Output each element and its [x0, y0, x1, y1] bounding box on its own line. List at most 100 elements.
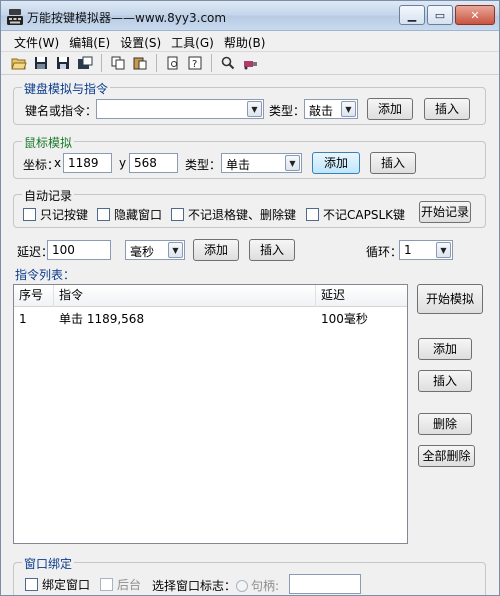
- key-add-button[interactable]: 添加: [367, 98, 413, 120]
- checkbox-box[interactable]: [171, 208, 184, 221]
- y-coordinate-input[interactable]: 568: [129, 153, 178, 173]
- background-checkbox[interactable]: 后台: [100, 576, 141, 593]
- toolbar-separator: [211, 54, 212, 72]
- key-type-label: 类型：: [269, 104, 306, 118]
- table-header: 序号 指令 延迟: [14, 285, 407, 307]
- title-bar[interactable]: 万能按键模拟器——www.8yy3.com ▁ ▭ ✕: [1, 1, 499, 31]
- no-backspace-label: 不记退格键、删除键: [188, 208, 297, 222]
- handle-input[interactable]: [289, 574, 361, 594]
- loop-select[interactable]: 1 ▼: [399, 240, 453, 260]
- no-backspace-checkbox[interactable]: 不记退格键、删除键: [171, 206, 296, 223]
- handle-radio[interactable]: 句柄:: [236, 577, 279, 594]
- help-icon[interactable]: ?: [185, 53, 205, 73]
- x-label: x: [54, 156, 62, 170]
- toolbar-separator: [101, 54, 102, 72]
- column-header-index[interactable]: 序号: [14, 285, 54, 307]
- chevron-down-icon[interactable]: ▼: [436, 242, 451, 258]
- usb-device-icon[interactable]: [240, 53, 260, 73]
- close-button[interactable]: ✕: [455, 5, 495, 25]
- paste-icon[interactable]: [130, 53, 150, 73]
- chevron-down-icon[interactable]: ▼: [285, 155, 300, 171]
- mouse-insert-button[interactable]: 插入: [370, 152, 416, 174]
- checkbox-box[interactable]: [25, 578, 38, 591]
- loop-value: 1: [404, 243, 412, 257]
- toolbar: ?: [1, 51, 499, 75]
- menu-settings[interactable]: 设置(S): [117, 31, 168, 51]
- column-header-command[interactable]: 指令: [54, 285, 316, 307]
- delay-input[interactable]: 100: [47, 240, 111, 260]
- mouse-type-value: 单击: [226, 158, 251, 172]
- start-simulation-button[interactable]: 开始模拟: [417, 284, 483, 314]
- delay-add-button[interactable]: 添加: [193, 239, 239, 261]
- delay-insert-button[interactable]: 插入: [249, 239, 295, 261]
- x-coordinate-input[interactable]: 1189: [63, 153, 112, 173]
- properties-icon[interactable]: [75, 53, 95, 73]
- key-type-select[interactable]: 敲击 ▼: [304, 99, 358, 119]
- restore-button[interactable]: ▭: [427, 5, 453, 25]
- hide-window-checkbox[interactable]: 隐藏窗口: [97, 206, 162, 223]
- menu-file[interactable]: 文件(W): [11, 31, 66, 51]
- handle-label: 句柄:: [251, 579, 280, 593]
- window-controls: ▁ ▭ ✕: [399, 5, 495, 25]
- window-bind-group-title: 窗口绑定: [22, 555, 75, 572]
- menu-edit[interactable]: 编辑(E): [66, 31, 117, 51]
- list-delete-all-button[interactable]: 全部删除: [418, 445, 475, 467]
- key-insert-button[interactable]: 插入: [424, 98, 470, 120]
- start-record-button[interactable]: 开始记录: [419, 201, 471, 223]
- bind-window-checkbox[interactable]: 绑定窗口: [25, 576, 90, 593]
- menu-tools[interactable]: 工具(G): [168, 31, 221, 51]
- magnifier-icon[interactable]: [218, 53, 238, 73]
- checkbox-box[interactable]: [306, 208, 319, 221]
- mouse-group-title: 鼠标模拟: [22, 134, 75, 151]
- chevron-down-icon[interactable]: ▼: [168, 242, 183, 258]
- key-name-combobox[interactable]: ▼: [96, 99, 264, 119]
- y-label: y: [119, 156, 127, 170]
- toolbar-separator: [156, 54, 157, 72]
- key-type-value: 敲击: [309, 104, 334, 118]
- list-insert-button[interactable]: 插入: [418, 370, 472, 392]
- command-list-table[interactable]: 序号 指令 延迟 1 单击 1189,568 100毫秒: [13, 284, 408, 544]
- delay-unit-select[interactable]: 毫秒 ▼: [125, 240, 185, 260]
- radio-button[interactable]: [236, 579, 248, 592]
- open-folder-icon[interactable]: [9, 53, 29, 73]
- background-label: 后台: [117, 578, 142, 592]
- app-window: 万能按键模拟器——www.8yy3.com ▁ ▭ ✕ 文件(W) 编辑(E) …: [0, 0, 500, 596]
- keyboard-app-icon: [7, 9, 23, 25]
- mouse-type-select[interactable]: 单击 ▼: [221, 153, 302, 173]
- no-capslk-checkbox[interactable]: 不记CAPSLK键: [306, 206, 405, 223]
- auto-record-group-title: 自动记录: [22, 187, 75, 204]
- bind-window-label: 绑定窗口: [42, 578, 91, 592]
- select-window-flag-label: 选择窗口标志：: [152, 579, 237, 593]
- row-command: 单击 1189,568: [59, 312, 145, 326]
- delay-unit-value: 毫秒: [130, 245, 155, 259]
- save-icon[interactable]: [31, 53, 51, 73]
- key-name-label: 键名或指令：: [25, 104, 98, 118]
- hide-window-label: 隐藏窗口: [114, 208, 163, 222]
- print-preview-icon[interactable]: [163, 53, 183, 73]
- list-delete-button[interactable]: 删除: [418, 413, 472, 435]
- loop-label: 循环：: [366, 245, 403, 259]
- minimize-button[interactable]: ▁: [399, 5, 425, 25]
- only-keys-checkbox[interactable]: 只记按键: [23, 206, 88, 223]
- checkbox-box[interactable]: [97, 208, 110, 221]
- chevron-down-icon[interactable]: ▼: [341, 101, 356, 117]
- command-list-title: 指令列表：: [15, 268, 76, 282]
- list-add-button[interactable]: 添加: [418, 338, 472, 360]
- menu-help[interactable]: 帮助(B): [221, 31, 273, 51]
- only-keys-label: 只记按键: [40, 208, 89, 222]
- checkbox-box[interactable]: [23, 208, 36, 221]
- keyboard-group-title: 键盘模拟与指令: [22, 80, 111, 97]
- menu-bar: 文件(W) 编辑(E) 设置(S) 工具(G) 帮助(B): [1, 31, 499, 51]
- table-row[interactable]: 1 单击 1189,568 100毫秒: [14, 308, 407, 330]
- svg-text:?: ?: [192, 59, 197, 70]
- row-delay: 100毫秒: [321, 312, 368, 326]
- column-header-delay[interactable]: 延迟: [316, 285, 407, 307]
- copy-icon[interactable]: [108, 53, 128, 73]
- no-capslk-label: 不记CAPSLK键: [323, 208, 405, 222]
- mouse-add-button[interactable]: 添加: [312, 152, 360, 174]
- chevron-down-icon[interactable]: ▼: [247, 101, 262, 117]
- window-title: 万能按键模拟器——www.8yy3.com: [27, 11, 227, 25]
- row-index: 1: [19, 312, 27, 326]
- checkbox-box[interactable]: [100, 578, 113, 591]
- save-as-icon[interactable]: [53, 53, 73, 73]
